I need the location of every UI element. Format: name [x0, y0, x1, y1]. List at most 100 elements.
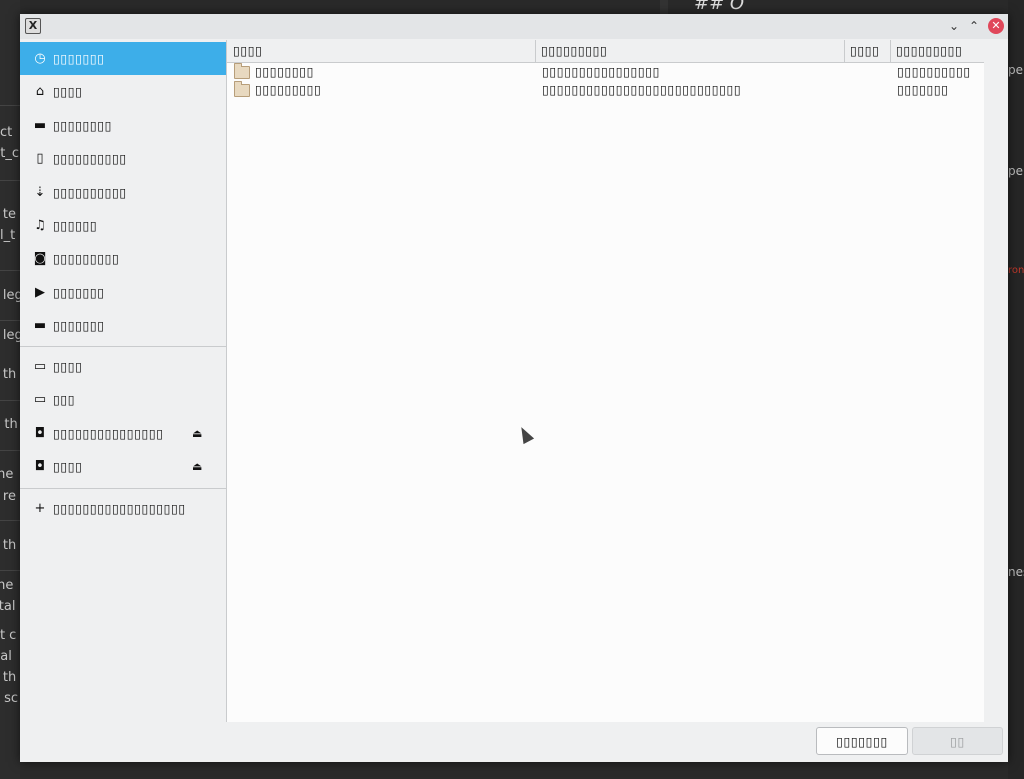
sidebar-item-label: ▯▯▯▯▯▯▯▯▯▯ [53, 151, 127, 167]
background-text-fragment: nal [0, 649, 12, 664]
sidebar-item-label: ▯▯▯ [53, 392, 76, 408]
cell-location: ▯▯▯▯▯▯▯▯▯▯▯▯▯▯▯▯ [542, 64, 661, 79]
folder-icon [234, 63, 250, 79]
background-text-fragment: act [0, 125, 13, 140]
column-header-modified[interactable]: ▯▯▯▯▯▯▯▯▯ [896, 40, 962, 62]
background-text-fragment: ot c [0, 628, 17, 643]
sidebar-item-label: ▯▯▯▯ [53, 359, 83, 374]
background-text-fragment: s th [0, 670, 17, 685]
background-text-fragment: s re [0, 489, 16, 504]
close-icon[interactable]: ✕ [988, 18, 1004, 34]
sidebar-item-label: ▯▯▯▯▯▯▯ [53, 51, 105, 66]
sidebar-item[interactable]: ▯ ▯▯▯▯▯▯▯▯▯▯ [20, 142, 226, 175]
folder-icon: ▬ [33, 318, 47, 334]
file-list-header: ▯▯▯▯ ▯▯▯▯▯▯▯▯▯ ▯▯▯▯ ▯▯▯▯▯▯▯▯▯ [227, 40, 985, 63]
x-app-icon: X [25, 18, 41, 34]
background-text-fragment: nt_c [0, 146, 19, 161]
table-row[interactable]: ▯▯▯▯▯▯▯▯ ▯▯▯▯▯▯▯▯▯▯▯▯▯▯▯▯ ▯▯▯▯▯▯▯▯▯▯ [227, 63, 985, 81]
background-text-fragment: al_t [0, 228, 16, 243]
background-separator [0, 320, 20, 321]
music-icon: ♫ [34, 218, 46, 233]
cell-modified: ▯▯▯▯▯▯▯ [897, 82, 949, 97]
cell-name: ▯▯▯▯▯▯▯▯ [255, 64, 315, 79]
background-text-fragment: nes [1008, 565, 1024, 579]
background-text-fragment: the [0, 578, 14, 593]
camera-icon: ◙ [33, 251, 47, 267]
background-text-fragment: s leg [0, 328, 20, 343]
background-right-text-column: pen pen ron nes [1008, 0, 1024, 779]
sidebar-item[interactable]: ♫ ▯▯▯▯▯▯ [20, 209, 226, 242]
background-text-fragment: s th [0, 367, 17, 382]
sidebar-item-label: ▯▯▯▯▯▯▯▯ [53, 117, 113, 133]
sidebar-item[interactable]: ◘ ▯▯▯▯▯▯▯▯▯▯▯▯▯▯▯ ⏏ [20, 417, 226, 450]
cancel-button[interactable]: ▯▯▯▯▯▯▯ [816, 727, 908, 755]
sidebar-item-label: ▯▯▯▯▯▯▯▯▯ [53, 251, 120, 267]
disc-icon: ◘ [34, 459, 46, 475]
eject-icon[interactable]: ⏏ [192, 450, 202, 483]
cell-name: ▯▯▯▯▯▯▯▯▯ [255, 82, 322, 97]
scrollbar-track[interactable] [984, 40, 998, 722]
sidebar-item[interactable]: ◷ ▯▯▯▯▯▯▯ [20, 42, 226, 75]
sidebar-item-label: ▯▯▯▯▯▯▯ [53, 284, 105, 300]
sidebar-item[interactable]: ▶ ▯▯▯▯▯▯▯ [20, 276, 226, 309]
file-list[interactable]: ▯▯▯▯ ▯▯▯▯▯▯▯▯▯ ▯▯▯▯ ▯▯▯▯▯▯▯▯▯ ▯▯▯▯▯▯▯▯ ▯▯… [226, 40, 985, 722]
background-separator [0, 180, 20, 181]
background-text-fragment: s th [0, 538, 17, 553]
cell-modified: ▯▯▯▯▯▯▯▯▯▯ [897, 64, 971, 79]
sidebar-item[interactable]: ◘ ▯▯▯▯ ⏏ [20, 450, 226, 483]
clock-icon: ◷ [34, 51, 46, 66]
sidebar-separator [20, 346, 226, 347]
cell-location: ▯▯▯▯▯▯▯▯▯▯▯▯▯▯▯▯▯▯▯▯▯▯▯▯▯▯▯ [542, 82, 742, 97]
download-icon: ⇣ [34, 184, 46, 200]
column-divider[interactable] [844, 40, 845, 62]
background-text-fragment: s leg [0, 288, 20, 303]
sidebar-item-label: ▯▯▯▯▯▯▯▯▯▯▯▯▯▯▯▯▯▯ [53, 501, 186, 516]
document-icon: ▯ [36, 151, 44, 167]
folder-icon [234, 81, 250, 97]
sidebar-item[interactable]: ◙ ▯▯▯▯▯▯▯▯▯ [20, 242, 226, 275]
column-divider[interactable] [535, 40, 536, 62]
background-text-fragment: s te [0, 207, 17, 222]
background-separator [0, 520, 20, 521]
background-separator [0, 400, 20, 401]
sidebar-item-label: ▯▯▯▯ [53, 459, 83, 475]
background-separator [0, 105, 20, 106]
open-button[interactable]: ▯▯ [912, 727, 1003, 755]
home-icon: ⌂ [35, 84, 45, 100]
sidebar-item-label: ▯▯▯▯▯▯▯▯▯▯ [53, 184, 127, 200]
maximize-icon[interactable]: ⌃ [966, 18, 982, 34]
column-header-location[interactable]: ▯▯▯▯▯▯▯▯▯ [541, 40, 607, 62]
minimize-icon[interactable]: ⌄ [946, 18, 962, 34]
disc-icon: ◘ [34, 425, 46, 441]
drive-icon: ▭ [33, 392, 47, 408]
video-icon: ▶ [35, 284, 45, 300]
sidebar-item-label: ▯▯▯▯▯▯ [53, 218, 98, 233]
column-header-name[interactable]: ▯▯▯▯ [233, 40, 263, 62]
sidebar-item[interactable]: ⌂ ▯▯▯▯ [20, 75, 226, 108]
sidebar-item-label: ▯▯▯▯▯▯▯ [53, 318, 105, 334]
sidebar-separator [20, 488, 226, 489]
dialog-footer: ▯▯▯▯▯▯▯ ▯▯ [20, 722, 1008, 762]
background-text-fragment: ron [1008, 265, 1024, 276]
column-divider[interactable] [890, 40, 891, 62]
column-header-size[interactable]: ▯▯▯▯ [850, 40, 880, 62]
background-text-fragment: the [0, 467, 14, 482]
background-left-text-column: act nt_cs te al_ts leg s leg s th g th the s re… [0, 0, 20, 779]
background-text-fragment: pen [1008, 63, 1024, 77]
file-open-dialog: X ⌄ ⌃ ✕ ◷ ▯▯▯▯▯▯▯ ⌂ ▯▯▯▯ ▬ ▯▯▯▯▯▯▯▯ ▯ ▯▯▯▯▯▯▯▯▯… [20, 14, 1008, 762]
folder-icon: ▬ [33, 117, 47, 133]
sidebar-item[interactable]: + ▯▯▯▯▯▯▯▯▯▯▯▯▯▯▯▯▯▯ [20, 492, 226, 525]
sidebar-item-label: ▯▯▯▯▯▯▯▯▯▯▯▯▯▯▯ [53, 425, 164, 441]
table-row[interactable]: ▯▯▯▯▯▯▯▯▯ ▯▯▯▯▯▯▯▯▯▯▯▯▯▯▯▯▯▯▯▯▯▯▯▯▯▯▯ ▯▯▯▯… [227, 81, 985, 99]
sidebar-item[interactable]: ▬ ▯▯▯▯▯▯▯▯ [20, 109, 226, 142]
sidebar-item[interactable]: ▭ ▯▯▯ [20, 383, 226, 416]
background-text-fragment: e sc [0, 691, 19, 706]
sidebar-item[interactable]: ⇣ ▯▯▯▯▯▯▯▯▯▯ [20, 176, 226, 209]
background-separator [0, 450, 20, 451]
title-bar[interactable]: X ⌄ ⌃ ✕ [20, 14, 1008, 39]
sidebar-item-label: ▯▯▯▯ [53, 84, 83, 100]
sidebar-item[interactable]: ▬ ▯▯▯▯▯▯▯ [20, 309, 226, 342]
background-heading: ## O [694, 0, 745, 14]
sidebar-item[interactable]: ▭ ▯▯▯▯ [20, 350, 226, 383]
eject-icon[interactable]: ⏏ [192, 417, 202, 450]
